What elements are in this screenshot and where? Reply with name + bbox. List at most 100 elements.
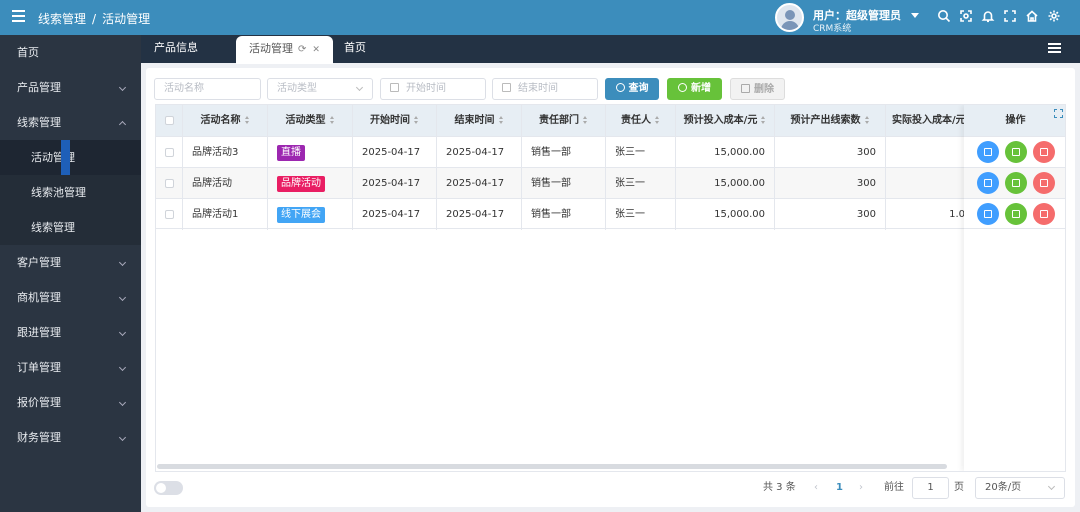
view-button[interactable]	[1004, 141, 1027, 163]
sidebar-item-opportunities[interactable]: 商机管理	[0, 280, 141, 315]
delete-button[interactable]: 删除	[730, 78, 785, 100]
actions-column: 操作	[964, 105, 1065, 471]
column-header[interactable]: 责任人	[606, 105, 676, 136]
delete-row-button[interactable]	[1032, 141, 1055, 163]
chevron-down-icon	[118, 293, 127, 302]
sidebar-item-customers[interactable]: 客户管理	[0, 245, 141, 280]
trash-icon	[1039, 179, 1048, 187]
sort-icon[interactable]	[583, 116, 588, 124]
page-size-select[interactable]: 20条/页	[975, 477, 1065, 499]
home-icon[interactable]	[1025, 9, 1039, 23]
sort-icon[interactable]	[761, 116, 766, 124]
chevron-down-icon	[118, 433, 127, 442]
fullscreen-icon[interactable]	[1054, 109, 1063, 118]
column-header-label: 结束时间	[454, 115, 495, 126]
tab-activity-management[interactable]: 活动管理 ⟳ ✕	[236, 36, 333, 64]
column-header[interactable]: 开始时间	[353, 105, 437, 136]
table-row[interactable]: 品牌活动3 直播 2025-04-17 2025-04-17 销售一部 张三一 …	[156, 136, 1065, 168]
start-time-picker[interactable]: 开始时间	[380, 78, 486, 100]
next-page-button[interactable]: ›	[859, 478, 863, 498]
sidebar-item-quotes[interactable]: 报价管理	[0, 385, 141, 420]
breadcrumb-item[interactable]: 线索管理	[38, 12, 86, 26]
query-button[interactable]: 查询	[605, 78, 659, 100]
toggle-switch[interactable]	[154, 481, 183, 495]
row-checkbox[interactable]	[164, 209, 174, 219]
view-button[interactable]	[1004, 172, 1027, 194]
sidebar-item-products[interactable]: 产品管理	[0, 70, 141, 105]
prev-page-button[interactable]: ‹	[814, 478, 818, 498]
table-row[interactable]: 品牌活动1 线下展会 2025-04-17 2025-04-17 销售一部 张三…	[156, 198, 1065, 230]
sidebar-item-orders[interactable]: 订单管理	[0, 350, 141, 385]
column-header: 操作	[964, 105, 1065, 136]
refresh-icon[interactable]: ⟳	[298, 44, 306, 55]
edit-button[interactable]	[976, 172, 999, 194]
edit-icon	[983, 209, 992, 218]
close-icon[interactable]: ✕	[312, 45, 320, 55]
column-header[interactable]: 结束时间	[437, 105, 522, 136]
sidebar-item-leads[interactable]: 线索管理	[0, 105, 141, 140]
sort-icon[interactable]	[864, 116, 870, 124]
sidebar-item-followups[interactable]: 跟进管理	[0, 315, 141, 350]
end-time-picker[interactable]: 结束时间	[492, 78, 598, 100]
page-number[interactable]: 1	[836, 478, 843, 498]
activity-name-input[interactable]: 活动名称	[154, 78, 261, 100]
column-header[interactable]: 预计投入成本/元	[676, 105, 775, 136]
edit-button[interactable]	[976, 202, 999, 225]
column-header[interactable]: 活动类型	[268, 105, 353, 136]
edit-icon	[983, 148, 992, 156]
plus-icon	[678, 83, 687, 92]
bell-icon[interactable]	[981, 9, 995, 23]
sort-icon[interactable]	[655, 116, 660, 124]
sidebar-item-activity-management[interactable]: 活动管理	[0, 140, 141, 175]
sidebar-item-label: 客户管理	[17, 256, 61, 269]
sidebar-item-label: 线索管理	[31, 221, 75, 234]
cell-owner: 张三一	[606, 199, 676, 230]
row-checkbox[interactable]	[164, 178, 174, 188]
select-all-checkbox[interactable]	[164, 115, 174, 125]
table-row[interactable]: 品牌活动 品牌活动 2025-04-17 2025-04-17 销售一部 张三一…	[156, 167, 1065, 199]
column-header[interactable]: 活动名称	[183, 105, 268, 136]
cell-est-leads: 300	[775, 199, 886, 230]
column-header[interactable]: 责任部门	[522, 105, 606, 136]
sidebar-item-lead-management[interactable]: 线索管理	[0, 210, 141, 245]
tab-label: 首页	[344, 41, 366, 54]
horizontal-scrollbar[interactable]	[157, 464, 947, 469]
cell-start: 2025-04-17	[353, 168, 437, 199]
view-button[interactable]	[1004, 202, 1027, 225]
sidebar-item-home[interactable]: 首页	[0, 35, 141, 70]
query-button-label: 查询	[628, 83, 649, 94]
delete-row-button[interactable]	[1032, 172, 1055, 194]
row-checkbox[interactable]	[164, 147, 174, 157]
avatar[interactable]	[775, 3, 804, 32]
delete-row-button[interactable]	[1032, 202, 1055, 225]
fullscreen-icon[interactable]	[1003, 9, 1017, 23]
add-button[interactable]: 新增	[667, 78, 722, 100]
sidebar-item-label: 首页	[17, 46, 39, 59]
column-header[interactable]: 预计产出线索数	[775, 105, 886, 136]
cell-actual-cost: 1.0	[886, 199, 966, 230]
sidebar-item-finance[interactable]: 财务管理	[0, 420, 141, 455]
sort-icon[interactable]	[498, 116, 504, 124]
cell-dept: 销售一部	[522, 168, 606, 199]
chevron-down-icon	[118, 83, 127, 92]
sort-icon[interactable]	[329, 116, 335, 124]
tab-menu-icon[interactable]	[1048, 43, 1061, 54]
chevron-down-icon[interactable]	[911, 13, 919, 18]
sort-icon[interactable]	[414, 116, 419, 124]
column-header[interactable]: 实际投入成本/元	[886, 105, 966, 136]
sort-icon[interactable]	[244, 116, 250, 124]
row-select-cell	[156, 168, 183, 199]
cell-est-leads: 300	[775, 168, 886, 199]
tab-product-info[interactable]: 产品信息	[141, 35, 211, 63]
settings-icon[interactable]	[1047, 9, 1061, 23]
menu-toggle-icon[interactable]	[12, 10, 25, 22]
screenshot-icon[interactable]	[959, 9, 973, 23]
goto-page-input[interactable]: 1	[912, 477, 949, 499]
activity-type-select[interactable]: 活动类型	[267, 78, 373, 100]
cell-name: 品牌活动	[183, 168, 268, 199]
header-toolbar	[937, 9, 1061, 23]
edit-button[interactable]	[976, 141, 999, 163]
sidebar-item-lead-pool[interactable]: 线索池管理	[0, 175, 141, 210]
tab-home[interactable]: 首页	[331, 35, 379, 63]
search-icon[interactable]	[937, 9, 951, 23]
